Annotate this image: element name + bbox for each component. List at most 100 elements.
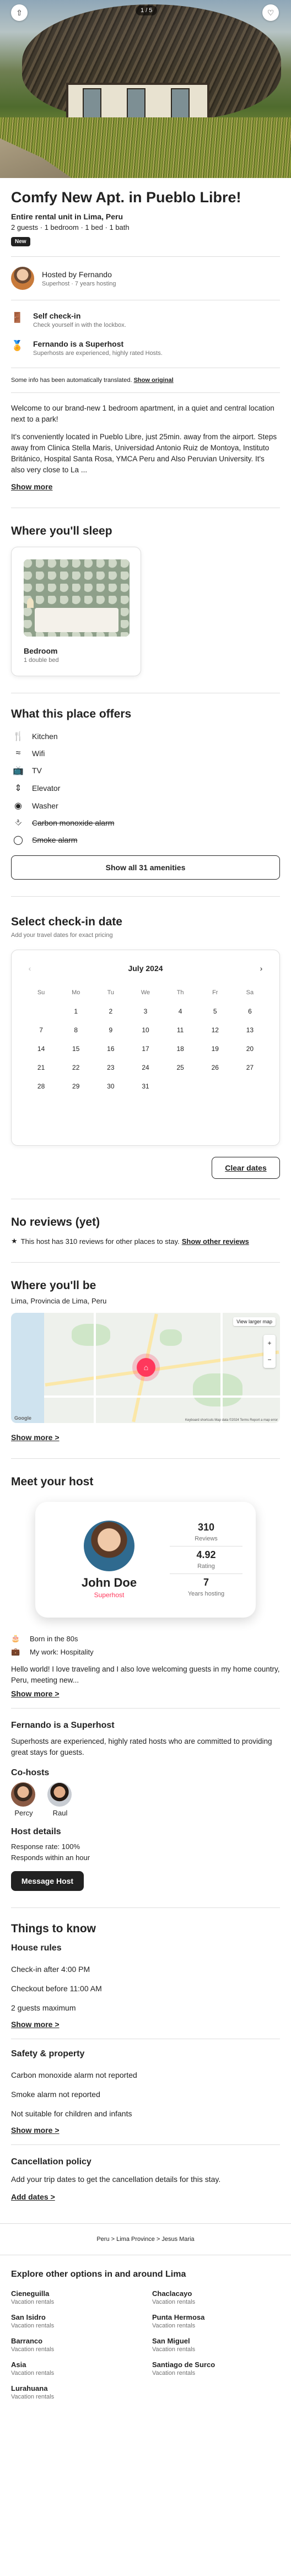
location-show-more[interactable]: Show more > bbox=[0, 1433, 291, 1442]
briefcase-icon: 💼 bbox=[11, 1647, 20, 1656]
calendar-day[interactable]: 24 bbox=[128, 1058, 163, 1077]
zoom-out-icon[interactable]: − bbox=[267, 1356, 271, 1364]
calendar-day[interactable]: 20 bbox=[233, 1039, 267, 1058]
next-month-button[interactable]: › bbox=[255, 962, 267, 974]
hero-photo[interactable]: ⇧ 1 / 5 ♡ bbox=[0, 0, 291, 178]
calendar-day[interactable]: 14 bbox=[24, 1039, 58, 1058]
host-bio-show-more[interactable]: Show more > bbox=[0, 1689, 291, 1698]
show-original-link[interactable]: Show original bbox=[134, 377, 174, 384]
show-all-amenities-button[interactable]: Show all 31 amenities bbox=[11, 855, 280, 880]
checkin-hint: Add your travel dates for exact pricing bbox=[11, 932, 113, 939]
safety-item: Carbon monoxide alarm not reported bbox=[11, 2071, 137, 2079]
calendar-day[interactable]: 15 bbox=[58, 1039, 93, 1058]
zoom-in-icon[interactable]: + bbox=[267, 1339, 271, 1347]
host-fact: 🎂 Born in the 80s bbox=[0, 1632, 291, 1645]
explore-item[interactable]: Asia Vacation rentals bbox=[11, 2361, 139, 2376]
cohost[interactable]: Raul bbox=[47, 1782, 73, 1817]
explore-item[interactable]: Lurahuana Vacation rentals bbox=[11, 2384, 139, 2400]
calendar-day[interactable]: 19 bbox=[198, 1039, 233, 1058]
calendar-day[interactable]: 3 bbox=[128, 1002, 163, 1021]
house-rule: Check-in after 4:00 PM bbox=[11, 1965, 90, 1974]
safety-show-more[interactable]: Show more > bbox=[0, 2126, 291, 2135]
calendar-day[interactable]: 7 bbox=[24, 1021, 58, 1039]
host-summary[interactable]: Hosted by Fernando Superhost · 7 years h… bbox=[0, 257, 291, 300]
calendar-day[interactable]: 18 bbox=[163, 1039, 198, 1058]
calendar-day[interactable]: 6 bbox=[233, 1002, 267, 1021]
calendar-day[interactable]: 13 bbox=[233, 1021, 267, 1039]
calendar-day[interactable]: 29 bbox=[58, 1077, 93, 1096]
view-larger-map-button[interactable]: View larger map bbox=[233, 1317, 276, 1326]
map-pin-icon[interactable]: ⌂ bbox=[137, 1358, 155, 1377]
host-fact-text: My work: Hospitality bbox=[30, 1647, 94, 1656]
explore-item-type: Vacation rentals bbox=[152, 2370, 196, 2376]
calendar-day[interactable]: 2 bbox=[93, 1002, 128, 1021]
calendar-day[interactable]: 26 bbox=[198, 1058, 233, 1077]
explore-item-type: Vacation rentals bbox=[11, 2299, 55, 2305]
response-time: Responds within an hour bbox=[11, 1853, 90, 1862]
description-paragraph: It's conveniently located in Pueblo Libr… bbox=[11, 433, 277, 474]
map[interactable]: ⌂ View larger map + − Google Keyboard sh… bbox=[11, 1313, 280, 1423]
calendar-day[interactable]: 25 bbox=[163, 1058, 198, 1077]
chevron-left-icon: ‹ bbox=[28, 964, 31, 973]
calendar-day[interactable]: 21 bbox=[24, 1058, 58, 1077]
map-zoom-controls[interactable]: + − bbox=[263, 1335, 276, 1368]
explore-item[interactable]: San Miguel Vacation rentals bbox=[152, 2337, 280, 2353]
favorite-button[interactable]: ♡ bbox=[262, 4, 279, 21]
explore-item[interactable]: Punta Hermosa Vacation rentals bbox=[152, 2313, 280, 2329]
kitchen-icon: 🍴 bbox=[13, 732, 24, 741]
calendar-day[interactable]: 5 bbox=[198, 1002, 233, 1021]
calendar-day[interactable]: 10 bbox=[128, 1021, 163, 1039]
calendar-day[interactable]: 1 bbox=[58, 1002, 93, 1021]
host-card-profile: John Doe Superhost bbox=[48, 1515, 170, 1604]
map-attribution[interactable]: Keyboard shortcuts Map data ©2024 Terms … bbox=[185, 1419, 278, 1422]
prev-month-button[interactable]: ‹ bbox=[24, 962, 36, 974]
calendar-day[interactable]: 28 bbox=[24, 1077, 58, 1096]
bedroom-card[interactable]: Bedroom 1 double bed bbox=[11, 547, 141, 676]
host-stat: 4.92 Rating bbox=[170, 1546, 242, 1574]
host-card[interactable]: John Doe Superhost 310 Reviews 4.92 Rating… bbox=[35, 1502, 256, 1618]
map-street bbox=[94, 1313, 96, 1423]
show-other-reviews-link[interactable]: Show other reviews bbox=[182, 1237, 249, 1246]
explore-item[interactable]: Cieneguilla Vacation rentals bbox=[11, 2289, 139, 2305]
clear-dates-button[interactable]: Clear dates bbox=[212, 1157, 280, 1179]
calendar-day[interactable]: 11 bbox=[163, 1021, 198, 1039]
things-heading: Things to know bbox=[11, 1922, 96, 1935]
calendar-day[interactable]: 27 bbox=[233, 1058, 267, 1077]
explore-item[interactable]: Chaclacayo Vacation rentals bbox=[152, 2289, 280, 2305]
host-card-name: John Doe bbox=[81, 1576, 137, 1589]
cohost[interactable]: Percy bbox=[11, 1782, 36, 1817]
bedroom-bed-type: 1 double bed bbox=[24, 657, 59, 664]
explore-item[interactable]: Barranco Vacation rentals bbox=[11, 2337, 139, 2353]
share-button[interactable]: ⇧ bbox=[11, 4, 28, 21]
calendar-day[interactable]: 17 bbox=[128, 1039, 163, 1058]
highlight-desc: Check yourself in with the lockbox. bbox=[33, 322, 126, 328]
calendar-day[interactable]: 4 bbox=[163, 1002, 198, 1021]
co-alarm-icon: ⎀ bbox=[14, 818, 22, 827]
calendar-header: ‹ July 2024 › bbox=[24, 960, 267, 977]
calendar-day[interactable]: 12 bbox=[198, 1021, 233, 1039]
bedroom-lamp bbox=[27, 598, 34, 608]
calendar-day[interactable]: 16 bbox=[93, 1039, 128, 1058]
calendar-day[interactable]: 31 bbox=[128, 1077, 163, 1096]
description-show-more[interactable]: Show more bbox=[0, 482, 291, 491]
reviews-heading: No reviews (yet) bbox=[11, 1216, 100, 1228]
message-host-button[interactable]: Message Host bbox=[11, 1871, 84, 1891]
explore-item[interactable]: San Isidro Vacation rentals bbox=[11, 2313, 139, 2329]
calendar-day[interactable]: 8 bbox=[58, 1021, 93, 1039]
explore-item[interactable]: Santiago de Surco Vacation rentals bbox=[152, 2361, 280, 2376]
calendar-day[interactable]: 23 bbox=[93, 1058, 128, 1077]
house-rules-show-more[interactable]: Show more > bbox=[0, 2020, 291, 2029]
map-park bbox=[72, 1324, 110, 1346]
calendar-day[interactable]: 30 bbox=[93, 1077, 128, 1096]
explore-item-type: Vacation rentals bbox=[152, 2322, 196, 2329]
breadcrumb[interactable]: Peru > Lima Province > Jesus Maria bbox=[0, 2236, 291, 2243]
location-place: Lima, Provincia de Lima, Peru bbox=[11, 1297, 107, 1305]
cohost-avatar bbox=[47, 1782, 72, 1807]
add-dates-link[interactable]: Add dates > bbox=[0, 2192, 291, 2201]
explore-item-name: San Isidro bbox=[11, 2313, 46, 2321]
calendar-day[interactable]: 9 bbox=[93, 1021, 128, 1039]
calendar-day[interactable]: 22 bbox=[58, 1058, 93, 1077]
calendar-month: July 2024 bbox=[128, 964, 163, 973]
weekday-label: Fr bbox=[212, 989, 218, 996]
weekday-label: We bbox=[141, 989, 150, 996]
